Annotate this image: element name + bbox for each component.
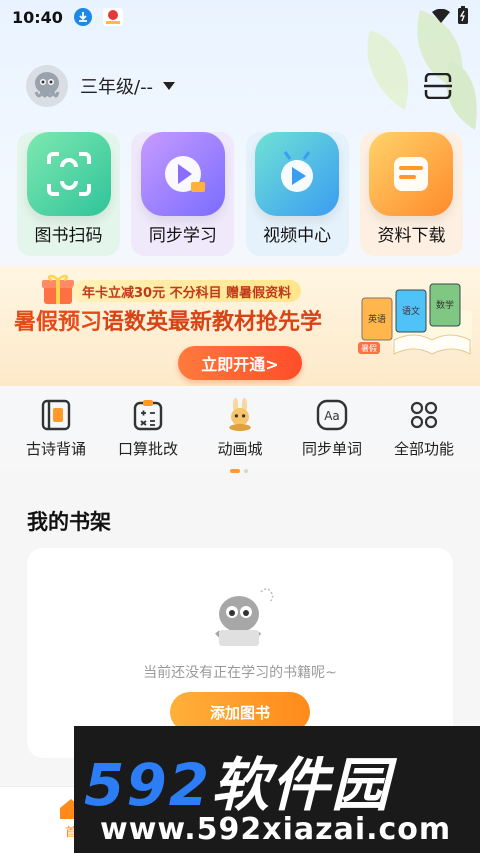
bunny-mascot-icon — [223, 398, 257, 432]
calculator-icon — [131, 398, 165, 432]
tile-resource-download[interactable]: 资料下载 — [359, 132, 463, 256]
quick-label: 口算批改 — [117, 440, 178, 458]
tile-book-scan[interactable]: 图书扫码 — [17, 132, 120, 256]
app-notification-icon — [102, 7, 123, 27]
quick-label: 动画城 — [217, 440, 263, 458]
tile-label: 图书扫码 — [34, 226, 103, 246]
poem-book-icon — [39, 398, 73, 432]
quick-label: 全部功能 — [393, 440, 454, 458]
book-scan-icon — [26, 132, 111, 216]
tile-video-center[interactable]: 视频中心 — [245, 132, 349, 256]
books-illustration: 英语 语文 数学 暑假 — [358, 283, 472, 355]
play-sync-icon — [140, 132, 225, 216]
scan-icon[interactable] — [422, 70, 454, 102]
promo-banner[interactable]: 年卡立减30元 不分科目 赠暑假资料 暑假预习语数英最新教材抢先学 英语 语文 … — [0, 266, 480, 386]
watermark-url: www.592xiazai.com — [100, 812, 452, 847]
tile-sync-learning[interactable]: 同步学习 — [131, 132, 235, 256]
pager-dot-active — [230, 469, 240, 473]
promo-headline: 暑假预习语数英最新教材抢先学 — [14, 304, 322, 336]
promo-headline-a: 暑假预习 — [14, 310, 103, 335]
battery-icon — [458, 6, 468, 28]
book-label-english: 英语 — [368, 313, 386, 325]
video-tv-icon — [255, 132, 340, 216]
pager-dot — [244, 469, 248, 473]
watermark-overlay: 592软件园 www.592xiazai.com — [74, 726, 480, 853]
quick-functions: 古诗背诵 口算批改 动画城 Aa 同步单词 全部功能 — [10, 398, 470, 464]
quick-item-animation[interactable]: 动画城 — [194, 398, 286, 464]
promo-headline-b: 语数英最新教材抢先学 — [102, 310, 323, 335]
main-feature-tiles: 图书扫码 同步学习 视频中心 资料下载 — [17, 132, 463, 256]
header: 三年级/-- — [0, 62, 480, 110]
status-bar: 10:40 — [0, 0, 480, 34]
quick-item-words[interactable]: Aa 同步单词 — [286, 398, 378, 464]
book-label-summer: 暑假 — [361, 344, 377, 353]
word-aa-icon: Aa — [315, 398, 349, 432]
book-label-chinese: 语文 — [402, 305, 420, 317]
tile-label: 视频中心 — [263, 226, 332, 246]
quick-item-calc[interactable]: 口算批改 — [102, 398, 194, 464]
grade-selector[interactable]: 三年级/-- — [80, 73, 153, 99]
wifi-icon — [432, 8, 450, 27]
page-indicator — [230, 469, 248, 473]
svg-text:Aa: Aa — [324, 409, 340, 423]
bookshelf-title: 我的书架 — [27, 510, 111, 534]
octopus-avatar-icon[interactable] — [26, 65, 68, 107]
quick-label: 古诗背诵 — [25, 440, 86, 458]
tile-label: 同步学习 — [148, 226, 217, 246]
download-icon — [73, 7, 93, 27]
quick-label: 同步单词 — [301, 440, 362, 458]
quick-item-poem[interactable]: 古诗背诵 — [10, 398, 102, 464]
promo-tag: 年卡立减30元 不分科目 赠暑假资料 — [72, 280, 302, 302]
watermark-brand-text: 软件园 — [211, 751, 392, 819]
grid-apps-icon — [407, 398, 441, 432]
chevron-down-icon[interactable] — [163, 82, 176, 90]
gift-icon — [42, 274, 74, 304]
empty-octopus-icon — [215, 588, 274, 646]
book-label-math: 数学 — [436, 299, 454, 311]
watermark-brand: 592软件园 — [84, 738, 391, 822]
watermark-brand-number: 592 — [84, 751, 212, 819]
tile-label: 资料下载 — [377, 226, 446, 246]
empty-shelf-text: 当前还没有正在学习的书籍呢~ — [143, 665, 337, 681]
status-time: 10:40 — [12, 7, 63, 27]
quick-item-all[interactable]: 全部功能 — [378, 398, 470, 464]
document-download-icon — [369, 132, 454, 216]
open-now-button[interactable]: 立即开通> — [178, 346, 302, 380]
